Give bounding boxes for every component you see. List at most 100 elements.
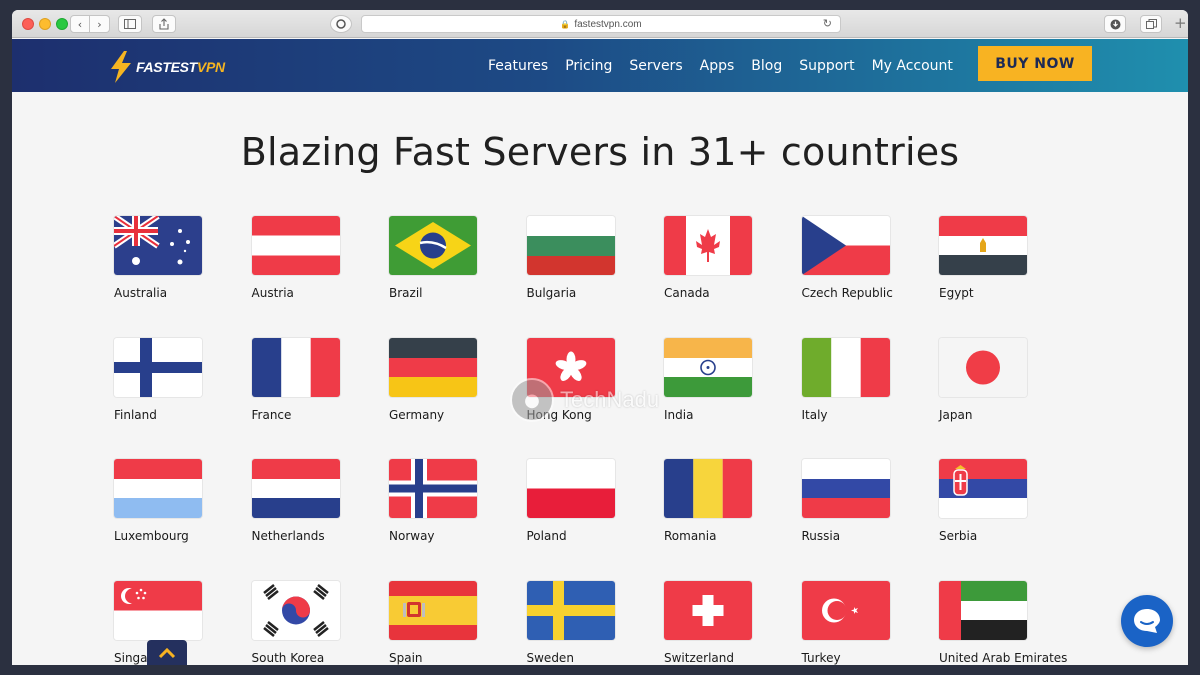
watermark-logo-icon: ● [510,378,554,422]
address-bar[interactable]: 🔒 fastestvpn.com ↻ [361,15,841,33]
main-nav: Features Pricing Servers Apps Blog Suppo… [488,39,970,92]
share-button[interactable] [152,15,176,33]
zoom-window-button[interactable] [56,18,68,30]
country-name: Russia [801,529,841,543]
country-name: Finland [114,407,157,422]
country-flag-icon [114,337,202,397]
country-name: Sweden [526,650,574,665]
country-flag-icon [389,459,477,518]
country-item[interactable]: Russia [801,459,940,559]
minimize-window-button[interactable] [39,18,51,30]
country-item[interactable]: India [664,337,802,438]
country-item[interactable]: Netherlands [251,459,390,559]
country-item[interactable]: Japan [939,337,1077,438]
logo-text: FASTESTVPN [136,59,225,75]
country-name: Switzerland [664,650,734,665]
country-flag-icon [664,216,752,275]
country-name: Serbia [939,529,978,543]
country-flag-icon [664,580,752,640]
scroll-to-top-button[interactable] [147,640,187,665]
country-item[interactable]: Australia [114,216,252,316]
nav-support[interactable]: Support [799,58,854,74]
nav-blog[interactable]: Blog [751,58,782,74]
country-item[interactable]: France [251,337,390,438]
nav-features[interactable]: Features [488,58,548,74]
country-item[interactable]: Poland [526,459,665,559]
chevron-left-icon: ‹ [77,17,83,31]
country-flag-icon [939,459,1027,518]
country-flag-icon [939,216,1027,275]
back-button[interactable]: ‹ [70,15,90,33]
country-name: Poland [526,529,567,543]
country-name: Romania [664,529,717,543]
country-name: Luxembourg [114,529,189,543]
country-item[interactable]: Austria [251,216,390,316]
country-item[interactable]: Egypt [939,216,1077,316]
country-name: Austria [251,286,294,300]
country-item[interactable]: Germany [389,337,527,438]
country-flag-icon [526,459,615,518]
country-item[interactable]: Finland [114,337,252,438]
country-name: Brazil [389,286,423,300]
logo-text-main: FASTEST [136,59,197,75]
download-icon [1110,19,1120,29]
buy-now-button[interactable]: BUY NOW [978,46,1092,81]
country-item[interactable]: Italy [801,337,940,438]
country-flag-icon [939,580,1027,640]
country-name: Spain [389,650,423,665]
country-flag-icon [114,580,202,640]
country-name: Egypt [939,286,974,300]
country-item[interactable]: Canada [664,216,802,316]
forward-button[interactable]: › [90,15,110,33]
country-name: Germany [389,407,445,422]
country-name: United Arab Emirates [939,650,1068,665]
new-tab-button[interactable]: + [1174,14,1187,32]
country-name: South Korea [251,650,325,665]
country-item[interactable]: Romania [664,459,802,559]
country-flag-icon [664,337,752,397]
country-flag-icon [251,459,340,518]
country-flag-icon [389,580,477,640]
country-flag-icon [664,459,752,518]
reload-icon[interactable]: ↻ [823,17,832,30]
country-name: Norway [389,529,435,543]
country-flag-icon [526,580,615,640]
sidebar-toggle-button[interactable] [118,15,142,33]
country-name: Japan [939,407,973,422]
country-item[interactable]: Switzerland [664,580,802,666]
logo-text-accent: VPN [196,59,225,75]
country-flag-icon [801,216,890,275]
country-item[interactable]: South Korea [251,580,390,666]
live-chat-button[interactable] [1121,595,1173,647]
country-item[interactable]: Brazil [389,216,527,316]
country-item[interactable]: Spain [389,580,527,666]
plus-icon: + [1174,14,1187,32]
country-flag-icon [939,337,1027,397]
country-flag-icon [389,216,477,275]
nav-pricing[interactable]: Pricing [565,58,612,74]
browser-toolbar: ‹ › 🔒 fastestvpn.com ↻ + [12,10,1188,38]
country-flag-icon [251,580,340,640]
country-name: Czech Republic [801,286,893,300]
country-item[interactable]: Turkey [801,580,940,666]
nav-servers[interactable]: Servers [629,58,682,74]
downloads-button[interactable] [1104,15,1126,33]
country-item[interactable]: Sweden [526,580,665,666]
sidebar-icon [124,19,136,29]
nav-my-account[interactable]: My Account [872,58,953,74]
nav-apps[interactable]: Apps [700,58,735,74]
page-title: Blazing Fast Servers in 31+ countries [240,130,960,174]
country-item[interactable]: Luxembourg [114,459,252,559]
country-item[interactable]: Serbia [939,459,1077,559]
site-logo[interactable]: FASTESTVPN [108,50,225,84]
country-name: France [251,407,292,422]
tab-overview-button[interactable] [1140,15,1162,33]
privacy-report-button[interactable] [330,15,352,33]
country-name: India [664,407,694,422]
close-window-button[interactable] [22,18,34,30]
country-item[interactable]: United Arab Emirates [939,580,1077,666]
country-flag-icon [526,216,615,275]
country-item[interactable]: Bulgaria [526,216,665,316]
country-item[interactable]: Czech Republic [801,216,940,316]
country-item[interactable]: Norway [389,459,527,559]
